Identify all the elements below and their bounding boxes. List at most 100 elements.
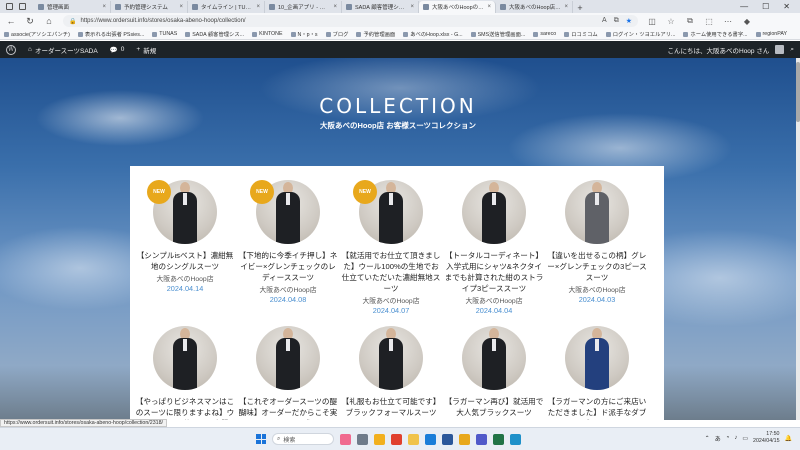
task-view-icon[interactable] bbox=[357, 433, 368, 445]
bookmark-item[interactable]: ホーム使用できる書字... bbox=[683, 30, 748, 38]
tab-list-icon[interactable] bbox=[19, 3, 26, 10]
card-title[interactable]: 【ラガーマン再び】就活用で大人気ブラックスーツ bbox=[444, 396, 544, 418]
bookmark-item[interactable]: sareco bbox=[533, 31, 556, 37]
maximize-icon[interactable]: ☐ bbox=[762, 2, 769, 11]
tab-actions[interactable] bbox=[0, 0, 34, 13]
notification-icon[interactable]: 🔔 bbox=[785, 435, 792, 442]
collection-card[interactable]: NEW 【シンプルisベスト】濃紺無地のシングルスーツ 大阪あべのHoop店 2024… bbox=[135, 180, 235, 293]
suit-photo[interactable] bbox=[565, 180, 629, 244]
bookmark-item[interactable]: regionPAY bbox=[755, 31, 787, 37]
suit-photo[interactable] bbox=[153, 326, 217, 390]
taskbar-search[interactable]: ⌕ 検索 bbox=[272, 433, 334, 445]
collection-card[interactable]: 【ラガーマンの方にご来店いただきました】ド派手なダブルのブルースーツ bbox=[547, 326, 647, 420]
bookmark-item[interactable]: あべのHoop.xlsx - G... bbox=[403, 30, 463, 38]
bookmark-item[interactable]: ログイン・ツヨエルアリ... bbox=[605, 30, 675, 38]
collection-card[interactable]: 【違いを出せるこの柄】グレー×グレンチェックの3ピーススーツ 大阪あべのHoop店… bbox=[547, 180, 647, 304]
copilot-icon[interactable]: ◆ bbox=[742, 17, 752, 26]
collection-card[interactable]: NEW 【下地的に今季イチ押し】ネイビー×グレンチェックのレディーススーツ 大阪あべ… bbox=[238, 180, 338, 304]
greeting-link[interactable]: こんにちは、大阪あべのHoop さん bbox=[668, 45, 770, 55]
card-title[interactable]: 【やっぱりビジネスマンはこのスーツに限りますよね】ウール100%を使用した上質 bbox=[135, 396, 235, 420]
split-window-icon[interactable]: ◫ bbox=[647, 17, 657, 26]
bookmark-item[interactable]: N・p・s bbox=[290, 30, 318, 38]
suit-photo[interactable] bbox=[256, 326, 320, 390]
outlook-icon[interactable] bbox=[425, 433, 436, 445]
suit-photo[interactable] bbox=[462, 180, 526, 244]
extensions-icon[interactable]: ⬚ bbox=[704, 17, 714, 26]
widget-icon[interactable] bbox=[340, 433, 351, 445]
close-tab-icon[interactable]: × bbox=[256, 4, 260, 10]
card-title[interactable]: 【トータルコーディネート】入学式用にシャツ&ネクタイまでも計算された紺のストライ… bbox=[444, 250, 544, 294]
minimize-icon[interactable]: — bbox=[740, 2, 748, 11]
teams-icon[interactable] bbox=[476, 433, 487, 445]
browser-tab[interactable]: タイムライン | TUNAG × bbox=[188, 1, 265, 13]
card-title[interactable]: 【礼服もお仕立て可能です】ブラックフォーマルスーツ bbox=[341, 396, 441, 418]
wordpress-logo-icon[interactable]: W bbox=[6, 44, 16, 55]
folder-icon[interactable] bbox=[459, 433, 470, 445]
split-screen-icon[interactable]: ⧉ bbox=[614, 17, 619, 25]
volume-icon[interactable]: ♪ bbox=[734, 435, 737, 441]
chrome-icon[interactable] bbox=[374, 433, 385, 445]
browser-tab[interactable]: 管理画面 × bbox=[34, 1, 111, 13]
home-icon[interactable]: ⌂ bbox=[44, 16, 54, 26]
collection-card[interactable]: NEW 【就活用でお仕立て頂きました】ウール100%の生地でお仕立ていただいた濃紺… bbox=[341, 180, 441, 315]
excel-icon[interactable] bbox=[493, 433, 504, 445]
browser-tab[interactable]: 10_企画アプリ - レコードの一覧× bbox=[265, 1, 342, 13]
scrollbar-thumb[interactable] bbox=[796, 62, 800, 122]
close-tab-icon[interactable]: × bbox=[410, 4, 414, 10]
favorites-icon[interactable]: ☆ bbox=[666, 17, 676, 26]
read-aloud-icon[interactable]: A bbox=[602, 17, 607, 25]
bookmark-item[interactable]: associe(アソシエパンチ) bbox=[4, 30, 70, 38]
collection-card[interactable]: 【やっぱりビジネスマンはこのスーツに限りますよね】ウール100%を使用した上質 bbox=[135, 326, 235, 420]
bookmark-item[interactable]: 表示れる出張者 PSsies... bbox=[77, 30, 144, 38]
bookmark-item[interactable]: 予約管理画面 bbox=[356, 30, 395, 38]
collection-card[interactable]: 【これぞオーダースーツの醍醐味】オーダーだからこそ実現できるフィット感をとく bbox=[238, 326, 338, 420]
page-scrollbar[interactable] bbox=[796, 58, 800, 420]
acrobat-icon[interactable] bbox=[391, 433, 402, 445]
close-tab-icon[interactable]: × bbox=[102, 4, 106, 10]
close-tab-icon[interactable]: × bbox=[333, 4, 337, 10]
tray-chevron-icon[interactable]: ⌃ bbox=[705, 435, 710, 442]
card-title[interactable]: 【ラガーマンの方にご来店いただきました】ド派手なダブルのブルースーツ bbox=[547, 396, 647, 420]
workspaces-icon[interactable] bbox=[6, 3, 13, 10]
back-icon[interactable]: ← bbox=[6, 16, 16, 26]
address-bar[interactable]: 🔒 https://www.ordersuit.info/stores/osak… bbox=[63, 15, 638, 27]
collection-card[interactable]: 【礼服もお仕立て可能です】ブラックフォーマルスーツ大阪あべのHoop店 bbox=[341, 326, 441, 420]
card-title[interactable]: 【これぞオーダースーツの醍醐味】オーダーだからこそ実現できるフィット感をとく bbox=[238, 396, 338, 420]
close-tab-icon[interactable]: × bbox=[564, 4, 568, 10]
suit-photo[interactable] bbox=[565, 326, 629, 390]
bookmark-item[interactable]: SADA 顧客管理シス... bbox=[185, 30, 244, 38]
card-title[interactable]: 【下地的に今季イチ押し】ネイビー×グレンチェックのレディーススーツ bbox=[238, 250, 338, 283]
collection-card[interactable]: 【トータルコーディネート】入学式用にシャツ&ネクタイまでも計算された紺のストライ… bbox=[444, 180, 544, 315]
clock[interactable]: 17:50 2024/04/15 bbox=[753, 431, 780, 445]
new-tab-button[interactable]: + bbox=[573, 3, 587, 13]
browser-tab[interactable]: 予約管理システム × bbox=[111, 1, 188, 13]
browser-tab[interactable]: 大阪あべのHoop店ブログ - オーダー× bbox=[496, 1, 573, 13]
wifi-icon[interactable]: ◔ bbox=[726, 435, 730, 441]
bookmark-item[interactable]: SMS送信管理画面... bbox=[470, 30, 525, 38]
bookmark-item[interactable]: TUNAS bbox=[152, 31, 177, 37]
bookmark-item[interactable]: ロコミコム bbox=[564, 30, 598, 38]
avatar[interactable] bbox=[775, 45, 785, 54]
ime-indicator[interactable]: あ bbox=[715, 434, 721, 443]
lock-icon[interactable]: 🔒 bbox=[69, 18, 76, 25]
edge-icon[interactable] bbox=[510, 433, 521, 445]
browser-tab-active[interactable]: 大阪あべのHoopのコレクション一覧× bbox=[419, 1, 496, 13]
bookmark-item[interactable]: ブログ bbox=[325, 30, 348, 38]
windows-start-icon[interactable] bbox=[256, 434, 266, 444]
more-menu-icon[interactable]: ⋯ bbox=[723, 17, 733, 26]
close-window-icon[interactable]: ✕ bbox=[783, 2, 790, 11]
card-title[interactable]: 【シンプルisベスト】濃紺無地のシングルスーツ bbox=[135, 250, 235, 272]
suit-photo[interactable] bbox=[359, 326, 423, 390]
site-name-link[interactable]: ⌂ オーダースーツSADA bbox=[28, 45, 98, 55]
comments-link[interactable]: 💬 0 bbox=[110, 46, 125, 54]
card-title[interactable]: 【就活用でお仕立て頂きました】ウール100%の生地でお仕立ていただいた濃紺無地ス… bbox=[341, 250, 441, 294]
browser-tab[interactable]: SADA 顧客管理システム× bbox=[342, 1, 419, 13]
search-icon[interactable]: ⌕ bbox=[790, 46, 794, 54]
card-title[interactable]: 【違いを出せるこの柄】グレー×グレンチェックの3ピーススーツ bbox=[547, 250, 647, 283]
close-tab-icon[interactable]: × bbox=[179, 4, 183, 10]
collections-icon[interactable]: ⧉ bbox=[685, 16, 695, 26]
battery-icon[interactable]: ▭ bbox=[742, 435, 748, 442]
word-icon[interactable] bbox=[442, 433, 453, 445]
new-content-link[interactable]: + 新規 bbox=[136, 45, 156, 55]
bookmark-item[interactable]: KINTONE bbox=[252, 31, 283, 37]
